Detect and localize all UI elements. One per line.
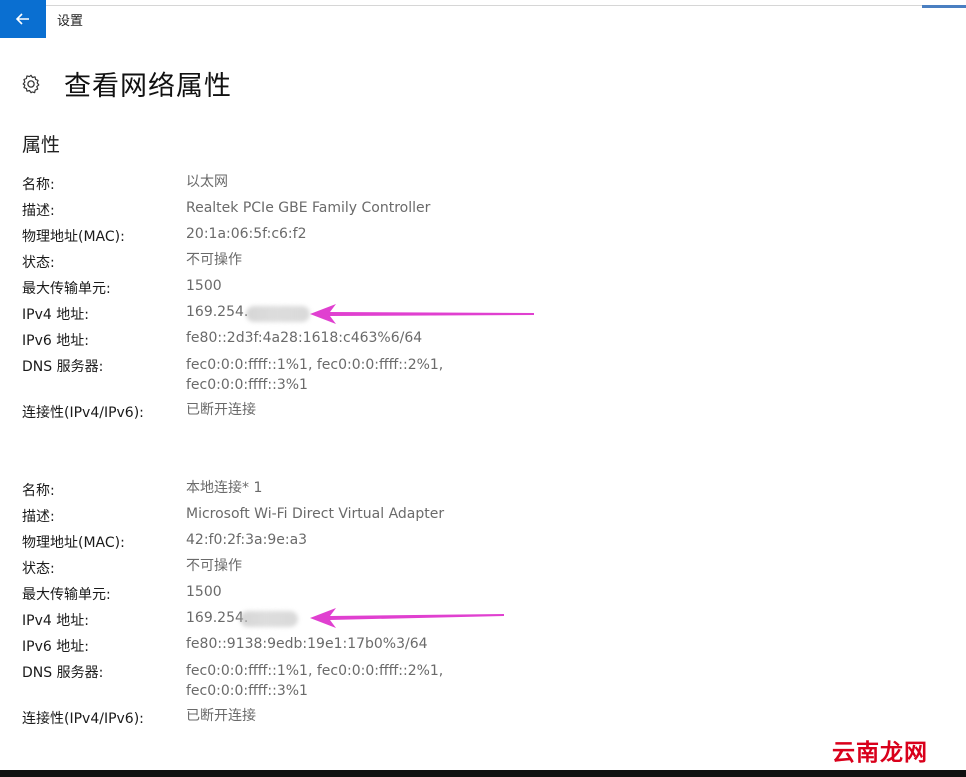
title-divider <box>46 5 922 6</box>
dns-value: fec0:0:0:ffff::3%1 <box>186 377 308 393</box>
watermark: 云南龙网 <box>832 740 928 766</box>
connectivity-label: 连接性(IPv4/IPv6): <box>22 405 144 421</box>
page-title: 查看网络属性 <box>64 71 232 102</box>
state-value: 不可操作 <box>186 252 242 268</box>
title-bar: 设置 <box>0 0 966 38</box>
dns-label: DNS 服务器: <box>22 359 104 375</box>
redacted-blur <box>246 306 310 322</box>
description-label: 描述: <box>22 203 55 219</box>
mac-label: 物理地址(MAC): <box>22 535 125 551</box>
dns-value: fec0:0:0:ffff::1%1, fec0:0:0:ffff::2%1, <box>186 663 444 679</box>
mac-label: 物理地址(MAC): <box>22 229 125 245</box>
mtu-label: 最大传输单元: <box>22 587 111 603</box>
connectivity-value: 已断开连接 <box>186 402 256 418</box>
name-value: 本地连接* 1 <box>186 480 263 496</box>
mtu-label: 最大传输单元: <box>22 281 111 297</box>
mtu-value: 1500 <box>186 278 222 294</box>
redacted-blur <box>240 611 298 627</box>
gear-icon <box>22 74 40 93</box>
bottom-border <box>0 770 966 777</box>
ipv4-value: 169.254. <box>186 304 249 320</box>
back-arrow-icon <box>16 13 29 25</box>
back-button[interactable] <box>0 0 46 38</box>
name-label: 名称: <box>22 177 55 193</box>
section-title: 属性 <box>22 134 61 156</box>
ipv6-label: IPv6 地址: <box>22 333 89 349</box>
dns-value: fec0:0:0:ffff::1%1, fec0:0:0:ffff::2%1, <box>186 357 444 373</box>
state-label: 状态: <box>22 255 55 271</box>
connectivity-value: 已断开连接 <box>186 708 256 724</box>
name-value: 以太网 <box>186 174 228 190</box>
description-label: 描述: <box>22 509 55 525</box>
page-header: 查看网络属性 <box>20 64 232 103</box>
ipv6-value: fe80::9138:9edb:19e1:17b0%3/64 <box>186 636 428 652</box>
name-label: 名称: <box>22 483 55 499</box>
mac-value: 42:f0:2f:3a:9e:a3 <box>186 532 308 548</box>
corner-accent <box>922 5 966 8</box>
description-value: Realtek PCIe GBE Family Controller <box>186 200 431 216</box>
annotation-arrow <box>310 304 534 324</box>
dns-value: fec0:0:0:ffff::3%1 <box>186 683 308 699</box>
mac-value: 20:1a:06:5f:c6:f2 <box>186 226 307 242</box>
dns-label: DNS 服务器: <box>22 665 104 681</box>
ipv4-label: IPv4 地址: <box>22 307 89 323</box>
app-title: 设置 <box>57 14 84 29</box>
state-value: 不可操作 <box>186 558 242 574</box>
connectivity-label: 连接性(IPv4/IPv6): <box>22 711 144 727</box>
ipv6-label: IPv6 地址: <box>22 639 89 655</box>
ipv4-value: 169.254. <box>186 610 249 626</box>
description-value: Microsoft Wi-Fi Direct Virtual Adapter <box>186 506 445 522</box>
ipv4-label: IPv4 地址: <box>22 613 89 629</box>
ipv6-value: fe80::2d3f:4a28:1618:c463%6/64 <box>186 330 423 346</box>
mtu-value: 1500 <box>186 584 222 600</box>
annotation-arrow <box>310 608 504 628</box>
state-label: 状态: <box>22 561 55 577</box>
